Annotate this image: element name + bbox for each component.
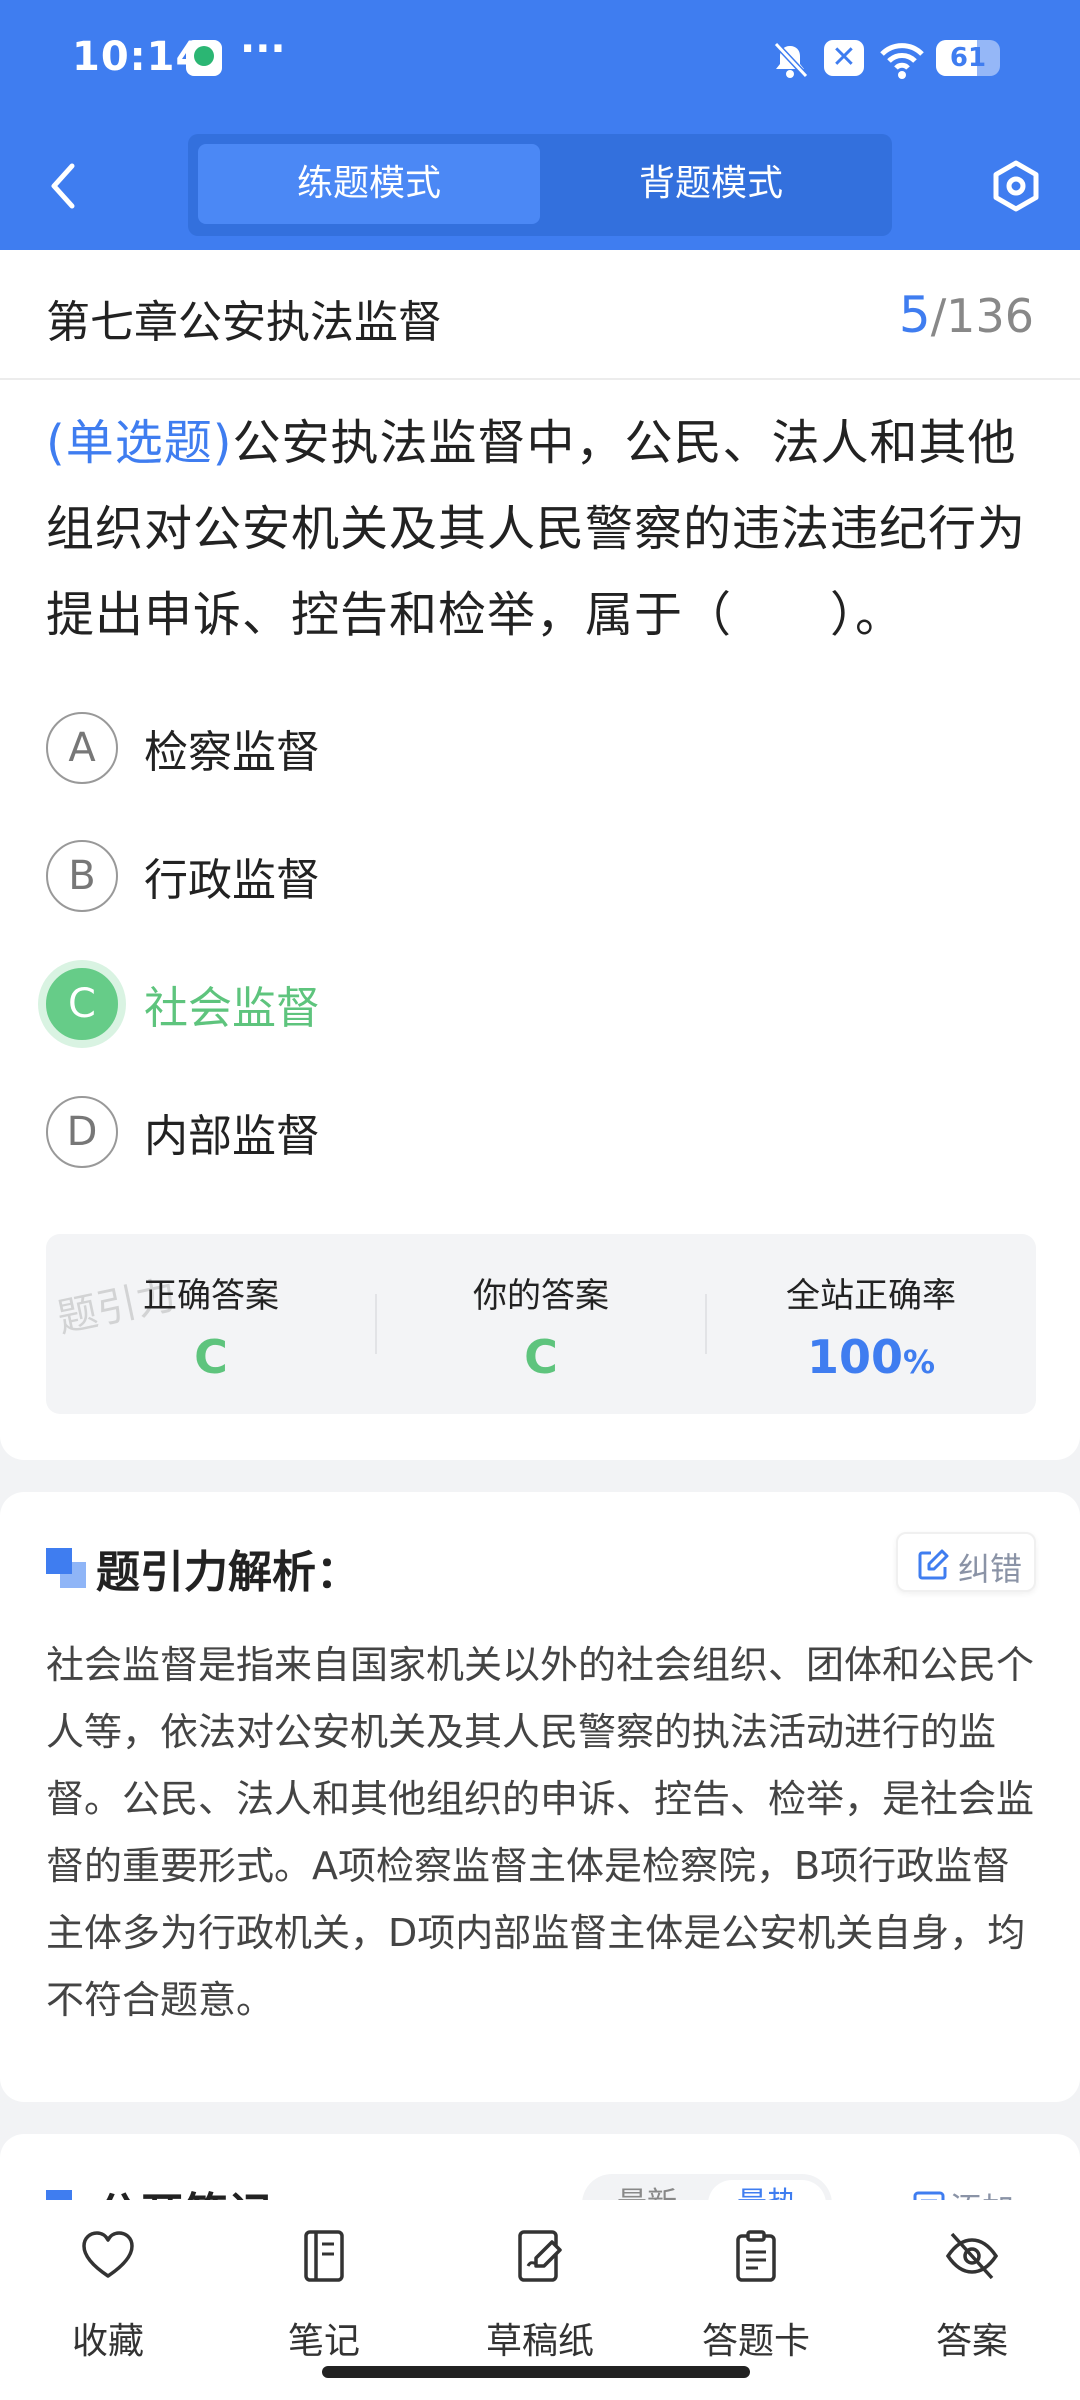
chapter-bar: 第七章公安执法监督 5/136 xyxy=(0,250,1080,380)
stat-label: 你的答案 xyxy=(473,1276,609,1316)
tab-memorize-mode[interactable]: 背题模式 xyxy=(540,144,882,224)
question-card: 第七章公安执法监督 5/136 (单选题)公安执法监督中，公民、法人和其他组织对… xyxy=(0,250,1080,1460)
option-letter: C xyxy=(46,968,118,1040)
question-progress: 5/136 xyxy=(899,286,1034,344)
accuracy-stat: 全站正确率 100% xyxy=(706,1234,1036,1414)
battery-icon: 61 xyxy=(936,40,1000,76)
correct-answer-stat: 正确答案 C xyxy=(46,1234,376,1414)
stat-value: 100% xyxy=(706,1330,1036,1384)
mode-toggle: 练题模式 背题模式 xyxy=(188,134,892,236)
scratch-paper-button[interactable]: 草稿纸 xyxy=(440,2228,640,2368)
question-type: (单选题) xyxy=(46,415,233,471)
close-notification-icon: ✕ xyxy=(824,40,864,76)
settings-hexagon-icon[interactable] xyxy=(990,160,1042,212)
option-a[interactable]: A 检察监督 xyxy=(46,708,946,788)
answer-stats: 题引力 正确答案 C 你的答案 C 全站正确率 100% xyxy=(46,1234,1036,1414)
app-header: 10:14 ··· ✕ 61 练题模式 背题模式 xyxy=(0,0,1080,250)
favorite-button[interactable]: 收藏 xyxy=(8,2228,208,2368)
chapter-title: 第七章公安执法监督 xyxy=(46,297,442,348)
option-c[interactable]: C 社会监督 xyxy=(46,964,946,1044)
current-question-number: 5 xyxy=(898,286,931,344)
scratch-paper-label: 草稿纸 xyxy=(485,2321,594,2362)
back-icon[interactable] xyxy=(40,158,88,214)
report-error-button[interactable]: 纠错 xyxy=(896,1532,1036,1592)
option-letter: B xyxy=(46,840,118,912)
app-notification-icon xyxy=(186,40,222,76)
draft-pen-icon xyxy=(518,2230,562,2282)
show-answer-label: 答案 xyxy=(935,2321,1008,2362)
stat-value: C xyxy=(194,1330,228,1384)
wifi-icon xyxy=(880,43,924,79)
heart-icon xyxy=(82,2231,134,2278)
tab-practice-mode[interactable]: 练题模式 xyxy=(198,144,540,224)
section-squares-icon xyxy=(46,1548,86,1588)
answer-sheet-label: 答题卡 xyxy=(701,2321,810,2362)
home-indicator[interactable] xyxy=(322,2366,750,2378)
favorite-label: 收藏 xyxy=(71,2321,144,2362)
more-notifications-icon: ··· xyxy=(240,26,286,72)
report-error-label: 纠错 xyxy=(958,1550,1023,1588)
accuracy-number: 100 xyxy=(806,1330,903,1384)
your-answer-stat: 你的答案 C xyxy=(376,1234,706,1414)
show-answer-button[interactable]: 答案 xyxy=(872,2228,1072,2368)
option-text: 检察监督 xyxy=(144,727,320,778)
stat-label: 全站正确率 xyxy=(786,1276,956,1316)
analysis-card: 题引力解析： 纠错 社会监督是指来自国家机关以外的社会组织、团体和公民个人等，依… xyxy=(0,1492,1080,2102)
option-text: 内部监督 xyxy=(144,1111,320,1162)
option-b[interactable]: B 行政监督 xyxy=(46,836,946,916)
status-bar: 10:14 ··· ✕ 61 xyxy=(0,0,1080,120)
edit-icon xyxy=(918,1549,949,1580)
total-questions: /136 xyxy=(930,289,1034,343)
option-letter: D xyxy=(46,1096,118,1168)
accuracy-unit: % xyxy=(902,1343,936,1381)
option-d[interactable]: D 内部监督 xyxy=(46,1092,946,1172)
mute-icon xyxy=(773,41,809,79)
question-text: (单选题)公安执法监督中，公民、法人和其他组织对公安机关及其人民警察的违法违纪行… xyxy=(46,400,1036,658)
battery-level: 61 xyxy=(949,43,987,73)
eye-off-icon xyxy=(945,2232,999,2280)
notebook-icon xyxy=(304,2230,344,2282)
stat-value: C xyxy=(524,1330,558,1384)
analysis-text: 社会监督是指来自国家机关以外的社会组织、团体和公民个人等，依法对公安机关及其人民… xyxy=(46,1643,1035,2022)
clipboard-icon xyxy=(736,2230,776,2282)
status-time: 10:14 xyxy=(72,34,205,80)
option-letter: A xyxy=(46,712,118,784)
notes-label: 笔记 xyxy=(287,2321,360,2362)
answer-sheet-button[interactable]: 答题卡 xyxy=(656,2228,856,2368)
analysis-title: 题引力解析： xyxy=(96,1547,360,1598)
option-text: 社会监督 xyxy=(144,983,320,1034)
stat-label: 正确答案 xyxy=(143,1276,279,1316)
option-text: 行政监督 xyxy=(144,855,320,906)
notes-button[interactable]: 笔记 xyxy=(224,2228,424,2368)
